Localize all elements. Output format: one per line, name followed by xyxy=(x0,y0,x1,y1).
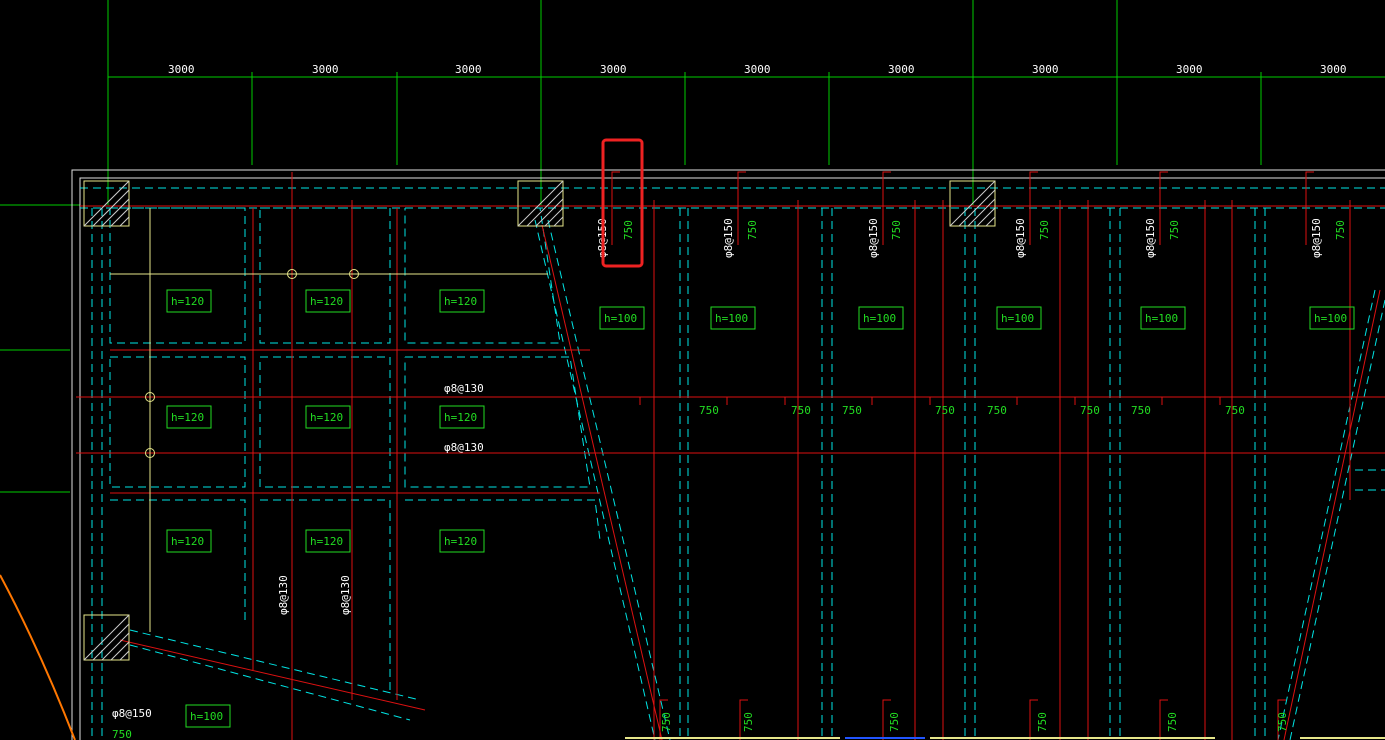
slab-thickness-labels: h=120 h=120 h=120 h=120 h=120 h=120 h=120 h=120… xyxy=(166,289,1355,728)
rebar-length: 750 xyxy=(112,728,132,740)
slab-label: h=120 xyxy=(305,289,351,313)
slab-label: h=100 xyxy=(996,306,1042,330)
slab-thickness-text: h=120 xyxy=(171,295,204,308)
slab-label: h=100 xyxy=(710,306,756,330)
rebar-length: 750 xyxy=(699,404,719,417)
rebar-length: 750 xyxy=(660,712,673,732)
rebar-spec: φ8@130 xyxy=(444,382,484,395)
columns xyxy=(83,180,996,661)
slab-label: h=120 xyxy=(439,529,485,553)
rebar-length: 750 xyxy=(1131,404,1151,417)
slab-label: h=120 xyxy=(166,529,212,553)
rebar-length: 750 xyxy=(890,220,903,240)
rebar-length: 750 xyxy=(1276,712,1289,732)
slab-thickness-text: h=120 xyxy=(171,535,204,548)
rebar-spec: φ8@150 xyxy=(1310,218,1323,258)
dimension-label: 3000 xyxy=(455,63,482,76)
rebar-length: 750 xyxy=(842,404,862,417)
slab-label: h=120 xyxy=(166,405,212,429)
slab-label: h=100 xyxy=(858,306,904,330)
slab-thickness-text: h=100 xyxy=(715,312,748,325)
dimension-label: 3000 xyxy=(312,63,339,76)
slab-label: h=120 xyxy=(166,289,212,313)
dimension-lines-yellow xyxy=(110,208,1385,739)
rebar-length: 750 xyxy=(1080,404,1100,417)
slab-label: h=120 xyxy=(439,289,485,313)
rebar-length: 750 xyxy=(1334,220,1347,240)
rebar-length: 750 xyxy=(791,404,811,417)
rebar-length: 750 xyxy=(888,712,901,732)
dimension-label: 3000 xyxy=(600,63,627,76)
rebar-spec: φ8@130 xyxy=(444,441,484,454)
rebar-length: 750 xyxy=(1038,220,1051,240)
slab-thickness-text: h=100 xyxy=(1314,312,1347,325)
dimension-label: 3000 xyxy=(1176,63,1203,76)
slab-label: h=120 xyxy=(305,529,351,553)
rebar-spec: φ8@130 xyxy=(339,575,352,615)
cad-drawing-canvas[interactable]: 3000 3000 3000 3000 3000 3000 3000 3000 3000 xyxy=(0,0,1385,740)
rebar-spec: φ8@150 xyxy=(722,218,735,258)
dimension-labels: 3000 3000 3000 3000 3000 3000 3000 3000 3000 xyxy=(168,63,1347,76)
dimension-label: 3000 xyxy=(888,63,915,76)
rebar-length: 750 xyxy=(1166,712,1179,732)
rebar-length: 750 xyxy=(1168,220,1181,240)
slab-label: h=100 xyxy=(599,306,645,330)
slab-label: h=120 xyxy=(305,405,351,429)
slab-thickness-text: h=120 xyxy=(444,411,477,424)
slab-label: h=100 xyxy=(1309,306,1355,330)
rebar-spec: φ8@150 xyxy=(112,707,152,720)
boundary-curve xyxy=(0,574,76,740)
slab-thickness-text: h=120 xyxy=(444,535,477,548)
slab-thickness-text: h=120 xyxy=(171,411,204,424)
dimension-label: 3000 xyxy=(1032,63,1059,76)
slab-thickness-text: h=100 xyxy=(863,312,896,325)
rebar-length: 750 xyxy=(742,712,755,732)
slab-thickness-text: h=100 xyxy=(1145,312,1178,325)
slab-label: h=100 xyxy=(1140,306,1186,330)
dimension-label: 3000 xyxy=(168,63,195,76)
rebar-length: 750 xyxy=(935,404,955,417)
dimension-label: 3000 xyxy=(744,63,771,76)
slab-label: h=120 xyxy=(439,405,485,429)
rebar-length: 750 xyxy=(746,220,759,240)
beam-outlines xyxy=(80,187,1385,740)
slab-thickness-text: h=120 xyxy=(310,535,343,548)
slab-thickness-text: h=120 xyxy=(310,411,343,424)
rebar-spec: φ8@130 xyxy=(277,575,290,615)
rebar-length: 750 xyxy=(1036,712,1049,732)
slab-thickness-text: h=120 xyxy=(310,295,343,308)
dimension-label: 3000 xyxy=(1320,63,1347,76)
rebar-spec: φ8@150 xyxy=(867,218,880,258)
slab-thickness-text: h=120 xyxy=(444,295,477,308)
rebar-length: 750 xyxy=(987,404,1007,417)
slab-thickness-text: h=100 xyxy=(190,710,223,723)
slab-label: h=100 xyxy=(185,704,231,728)
rebar-spec: φ8@150 xyxy=(1144,218,1157,258)
rebar-spec: φ8@150 xyxy=(1014,218,1027,258)
rebar-length: 750 xyxy=(1225,404,1245,417)
rebar-length: 750 xyxy=(622,220,635,240)
column xyxy=(83,614,130,661)
slab-thickness-text: h=100 xyxy=(604,312,637,325)
rebar-annotations: φ8@150 φ8@150 φ8@150 φ8@150 φ8@150 φ8@150 750 7… xyxy=(112,218,1347,740)
slab-thickness-text: h=100 xyxy=(1001,312,1034,325)
